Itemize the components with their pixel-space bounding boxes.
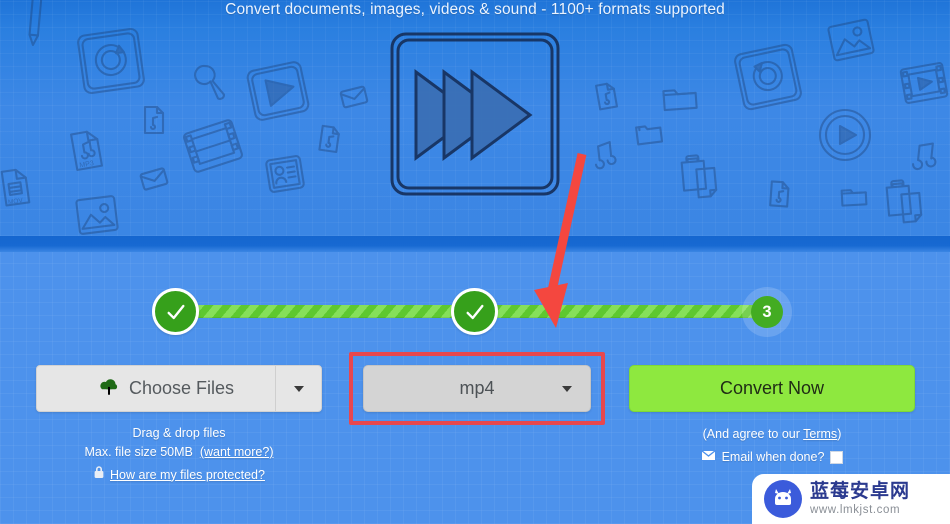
doc-music-sketch-icon-c bbox=[593, 80, 621, 112]
check-icon bbox=[165, 301, 187, 323]
output-format-value: mp4 bbox=[459, 378, 495, 398]
hero-banner: Convert documents, images, videos & soun… bbox=[0, 0, 950, 236]
music-note-sketch-icon-a bbox=[585, 138, 620, 171]
folder-small-sketch-icon bbox=[839, 185, 868, 208]
folder-sketch-icon bbox=[634, 120, 665, 147]
doc-music-sketch-icon-a bbox=[141, 105, 167, 135]
terms-suffix: ) bbox=[837, 427, 842, 441]
email-when-done-checkbox[interactable] bbox=[830, 450, 844, 464]
want-more-link[interactable]: (want more?) bbox=[200, 445, 274, 459]
banner-divider bbox=[0, 236, 950, 252]
choose-files-column: Choose Files Drag & drop files Max. file… bbox=[36, 365, 322, 484]
refresh-square-sketch-icon-b bbox=[729, 39, 807, 115]
convert-now-label: Convert Now bbox=[719, 378, 825, 398]
watermark-site-name: 蓝莓安卓网 bbox=[810, 480, 911, 502]
lock-icon bbox=[93, 465, 105, 484]
video-play-strip-sketch-icon bbox=[897, 58, 950, 108]
wrench-sketch-icon bbox=[184, 58, 232, 107]
watermark-url: www.lmkjst.com bbox=[810, 503, 901, 516]
step-1-complete bbox=[152, 288, 199, 335]
cloud-upload-icon bbox=[98, 376, 120, 401]
envelope-sketch-icon-b bbox=[138, 165, 171, 194]
convert-column: Convert Now (And agree to our Terms) Ema… bbox=[629, 365, 915, 466]
step-3-current: 3 bbox=[751, 296, 783, 328]
max-file-size-line: Max. file size 50MB (want more?) bbox=[36, 443, 322, 461]
progress-stepper: 3 bbox=[0, 285, 950, 337]
files-protected-link[interactable]: How are my files protected? bbox=[110, 466, 265, 484]
doc-music-sketch-icon-b bbox=[316, 123, 344, 154]
chevron-down-icon bbox=[562, 386, 572, 392]
music-note-sketch-icon-b bbox=[903, 138, 940, 173]
clipboard-copy-sketch-icon-a bbox=[678, 151, 726, 203]
watermark-text: 蓝莓安卓网 www.lmkjst.com bbox=[810, 482, 910, 517]
image-frame-sketch-icon-b bbox=[824, 16, 877, 65]
max-file-size-text: Max. file size 50MB bbox=[84, 445, 193, 459]
blueberry-android-logo-icon bbox=[764, 480, 802, 518]
step-3-label: 3 bbox=[762, 302, 772, 321]
film-strip-sketch-icon bbox=[178, 113, 247, 180]
image-frame-sketch-icon-a bbox=[73, 192, 122, 236]
svg-text:MOV: MOV bbox=[8, 197, 24, 206]
chevron-down-icon bbox=[293, 385, 304, 392]
terms-prefix: (And agree to our bbox=[702, 427, 804, 441]
files-protected-line: How are my files protected? bbox=[36, 465, 322, 484]
mov-file-sketch-icon: MOV bbox=[0, 166, 34, 208]
step-2-complete bbox=[451, 288, 498, 335]
choose-files-dropdown-toggle[interactable] bbox=[275, 366, 321, 411]
drag-drop-hint: Drag & drop files bbox=[132, 426, 226, 440]
terms-agreement-line: (And agree to our Terms) bbox=[629, 425, 915, 443]
email-when-done-label: Email when done? bbox=[721, 450, 825, 464]
email-when-done-line: Email when done? bbox=[629, 448, 915, 466]
output-format-select[interactable]: mp4 bbox=[363, 365, 591, 412]
file-converter-page: Convert documents, images, videos & soun… bbox=[0, 0, 950, 524]
folder-open-sketch-icon bbox=[661, 84, 699, 114]
doc-music-sketch-icon-d bbox=[767, 179, 793, 209]
terms-link[interactable]: Terms bbox=[803, 427, 837, 441]
envelope-sketch-icon-a bbox=[338, 83, 370, 111]
tagline-text: Convert documents, images, videos & soun… bbox=[225, 1, 725, 18]
play-square-sketch-icon bbox=[243, 56, 314, 125]
choose-files-label: Choose Files bbox=[128, 378, 235, 398]
check-icon bbox=[464, 301, 486, 323]
format-select-column: mp4 bbox=[363, 365, 591, 412]
progress-track-2 bbox=[455, 305, 775, 318]
clipboard-copy-sketch-icon-b bbox=[883, 176, 931, 228]
fast-forward-hero-icon bbox=[386, 28, 564, 208]
mp3-file-sketch-icon: MP3 bbox=[67, 127, 107, 172]
choose-files-button[interactable]: Choose Files bbox=[36, 365, 322, 412]
progress-track-1 bbox=[156, 305, 486, 318]
site-watermark: 蓝莓安卓网 www.lmkjst.com bbox=[752, 474, 950, 524]
play-circle-sketch-icon bbox=[816, 106, 874, 164]
envelope-icon bbox=[700, 448, 716, 466]
convert-now-button[interactable]: Convert Now bbox=[629, 365, 915, 412]
refresh-square-sketch-icon bbox=[73, 24, 150, 99]
contact-card-sketch-icon bbox=[262, 152, 307, 196]
